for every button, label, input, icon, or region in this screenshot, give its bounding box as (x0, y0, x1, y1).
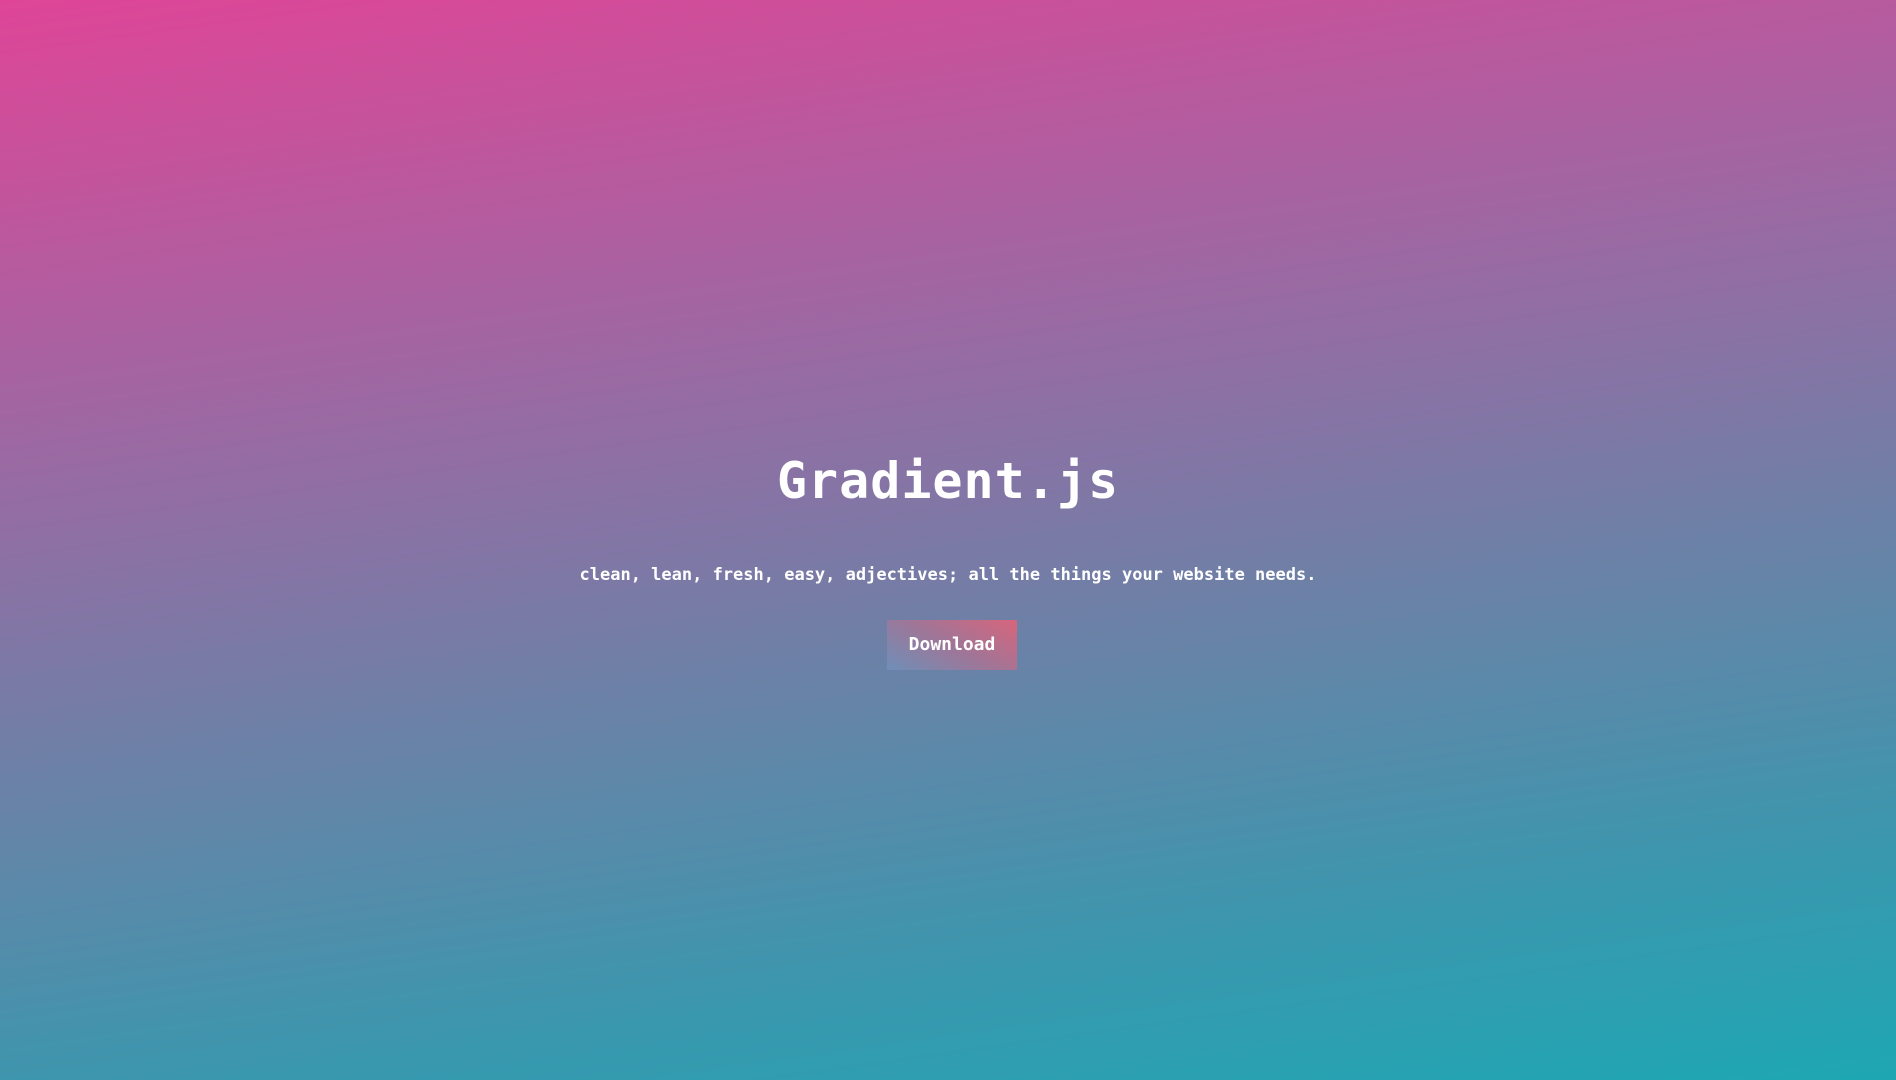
tagline: clean, lean, fresh, easy, adjectives; al… (579, 565, 1317, 585)
download-button[interactable]: Download (887, 620, 1017, 670)
page-title: Gradient.js (776, 452, 1120, 510)
hero-section: Gradient.js clean, lean, fresh, easy, ad… (0, 0, 1896, 1080)
